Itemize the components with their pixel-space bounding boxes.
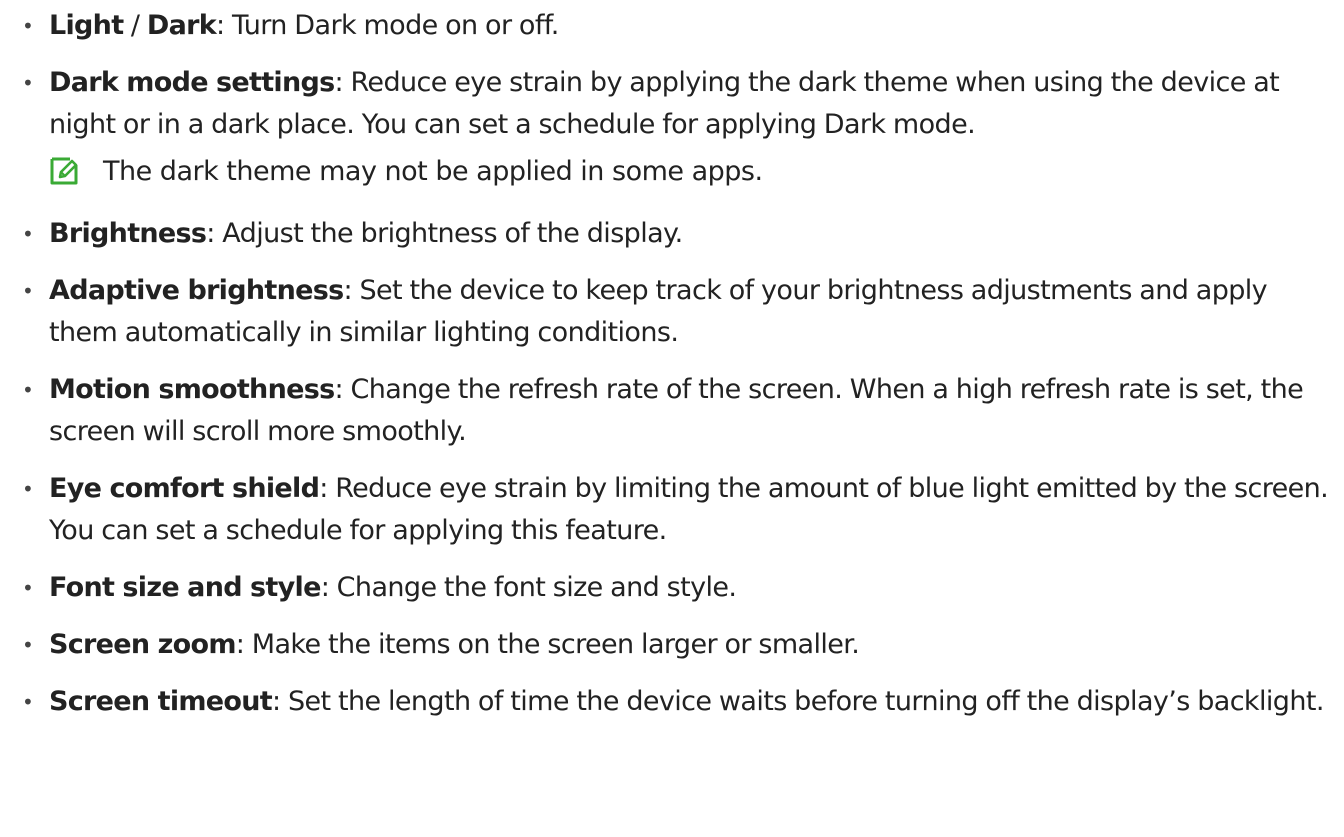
item-term: Eye comfort shield — [49, 473, 320, 504]
bullet: • — [22, 279, 34, 303]
bullet: • — [22, 222, 34, 246]
term-separator: / — [123, 10, 147, 41]
bullet: • — [22, 633, 34, 657]
item-term: Screen timeout — [49, 686, 273, 717]
list-item-adaptive-brightness: • Adaptive brightness: Set the device to… — [0, 270, 1344, 354]
item-term: Dark mode settings — [49, 67, 335, 98]
note-text: The dark theme may not be applied in som… — [103, 156, 763, 187]
list-item-brightness: • Brightness: Adjust the brightness of t… — [0, 213, 1344, 255]
note: The dark theme may not be applied in som… — [0, 151, 1344, 193]
list-item-screen-zoom: • Screen zoom: Make the items on the scr… — [0, 624, 1344, 666]
list-item-dark-mode-settings: • Dark mode settings: Reduce eye strain … — [0, 62, 1344, 146]
list-item-light-dark: • Light / Dark: Turn Dark mode on or off… — [0, 5, 1344, 47]
item-description: : Make the items on the screen larger or… — [235, 629, 860, 660]
note-pencil-icon — [50, 157, 78, 185]
item-term: Adaptive brightness — [49, 275, 344, 306]
bullet: • — [22, 378, 34, 402]
list-item-screen-timeout: • Screen timeout: Set the length of time… — [0, 681, 1344, 723]
list-item-motion-smoothness: • Motion smoothness: Change the refresh … — [0, 369, 1344, 453]
bullet: • — [22, 14, 34, 38]
item-description: : Change the font size and style. — [320, 572, 737, 603]
bullet: • — [22, 477, 34, 501]
item-term: Brightness — [49, 218, 207, 249]
bullet: • — [22, 690, 34, 714]
document-page: • Light / Dark: Turn Dark mode on or off… — [0, 0, 1344, 837]
bullet: • — [22, 71, 34, 95]
term-dark: Dark — [146, 10, 217, 41]
list-item-eye-comfort-shield: • Eye comfort shield: Reduce eye strain … — [0, 468, 1344, 552]
list-item-font-size-and-style: • Font size and style: Change the font s… — [0, 567, 1344, 609]
item-term: Screen zoom — [49, 629, 236, 660]
bullet: • — [22, 576, 34, 600]
term-light: Light — [49, 10, 124, 41]
item-description: : Set the length of time the device wait… — [272, 686, 1324, 717]
item-description: : Adjust the brightness of the display. — [206, 218, 683, 249]
settings-list: • Light / Dark: Turn Dark mode on or off… — [0, 5, 1344, 738]
item-term: Font size and style — [49, 572, 321, 603]
item-term: Motion smoothness — [49, 374, 335, 405]
item-description: : Turn Dark mode on or off. — [216, 10, 559, 41]
